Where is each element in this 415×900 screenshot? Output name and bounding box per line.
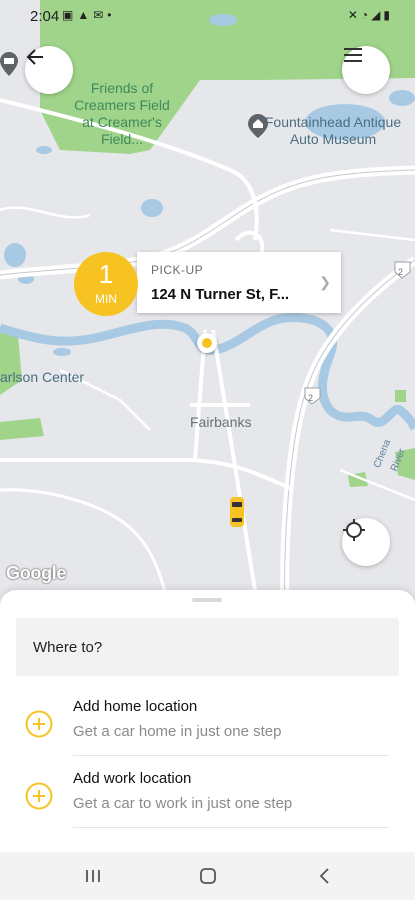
image-icon: ▣ xyxy=(62,8,78,22)
location-subtitle: Get a car home in just one step xyxy=(73,723,282,740)
bottom-sheet: Where to? Add home location Get a car ho… xyxy=(0,590,415,852)
map-label-carlson-center: arlson Center xyxy=(0,369,85,385)
system-icons: ✕◔◢▮ xyxy=(348,8,393,22)
sheet-drag-handle[interactable] xyxy=(192,598,222,602)
eta-unit: MIN xyxy=(95,292,117,306)
pickup-label: PICK-UP xyxy=(151,263,204,277)
taxi-car-icon xyxy=(230,497,244,527)
alert-icon: ▲ xyxy=(77,8,94,22)
location-title: Add work location xyxy=(73,770,192,787)
map-label-friends-field: Friends of Creamers Field at Creamer's Fiel… xyxy=(74,80,170,147)
signal-icon: ◢ xyxy=(371,8,384,22)
crosshair-icon xyxy=(343,519,365,541)
location-title: Add home location xyxy=(73,698,198,715)
map-label-museum: Fountainhead Antique Auto Museum xyxy=(264,114,402,147)
chevron-left-icon xyxy=(319,868,329,884)
add-circle-icon xyxy=(25,782,53,810)
road-shield-label: 2 xyxy=(398,267,404,277)
arrow-left-icon xyxy=(26,49,43,65)
destination-search-placeholder: Where to? xyxy=(33,639,103,656)
status-time: 2:04 xyxy=(30,8,60,25)
google-logo: Google xyxy=(6,563,67,583)
eta-badge: 1 MIN xyxy=(74,252,138,316)
home-icon xyxy=(200,868,216,884)
mute-icon: ✕ xyxy=(347,8,361,22)
pickup-card[interactable]: PICK-UP 124 N Turner St, F... ❯ xyxy=(137,252,341,313)
recents-icon xyxy=(86,870,100,882)
dot-icon: • xyxy=(107,8,116,22)
map-label-fairbanks: Fairbanks xyxy=(190,414,252,430)
road-shield-label: 2 xyxy=(308,393,314,403)
divider xyxy=(73,827,389,828)
back-nav-button[interactable] xyxy=(310,864,340,888)
recent-apps-button[interactable] xyxy=(78,864,108,888)
status-bar: 2:04 ▣▲✉• ✕◔◢▮ xyxy=(0,0,415,34)
add-work-location-item[interactable]: Add work location Get a car to work in j… xyxy=(0,764,415,834)
add-home-location-item[interactable]: Add home location Get a car home in just… xyxy=(0,692,415,762)
divider xyxy=(73,755,389,756)
pickup-pin-icon[interactable] xyxy=(197,333,217,353)
back-button[interactable] xyxy=(25,46,73,94)
museum-pin-icon[interactable] xyxy=(248,114,268,138)
wifi-icon: ◔ xyxy=(360,8,372,22)
map-view[interactable]: Friends of Creamers Field at Creamer's Fiel… xyxy=(0,0,415,610)
menu-button[interactable] xyxy=(342,46,390,94)
mail-icon: ✉ xyxy=(93,8,108,22)
hamburger-icon xyxy=(344,48,362,62)
battery-icon: ▮ xyxy=(383,8,393,22)
add-circle-icon xyxy=(25,710,53,738)
home-button[interactable] xyxy=(193,864,223,888)
location-subtitle: Get a car to work in just one step xyxy=(73,795,293,812)
my-location-button[interactable] xyxy=(342,518,390,566)
destination-search-box[interactable]: Where to? xyxy=(16,618,399,676)
pickup-address: 124 N Turner St, F... xyxy=(151,286,290,303)
chevron-right-icon: ❯ xyxy=(319,274,331,290)
poi-pin-icon[interactable] xyxy=(0,52,18,76)
notification-icons: ▣▲✉• xyxy=(62,8,116,22)
eta-value: 1 xyxy=(98,259,114,289)
system-nav-bar xyxy=(0,852,415,900)
